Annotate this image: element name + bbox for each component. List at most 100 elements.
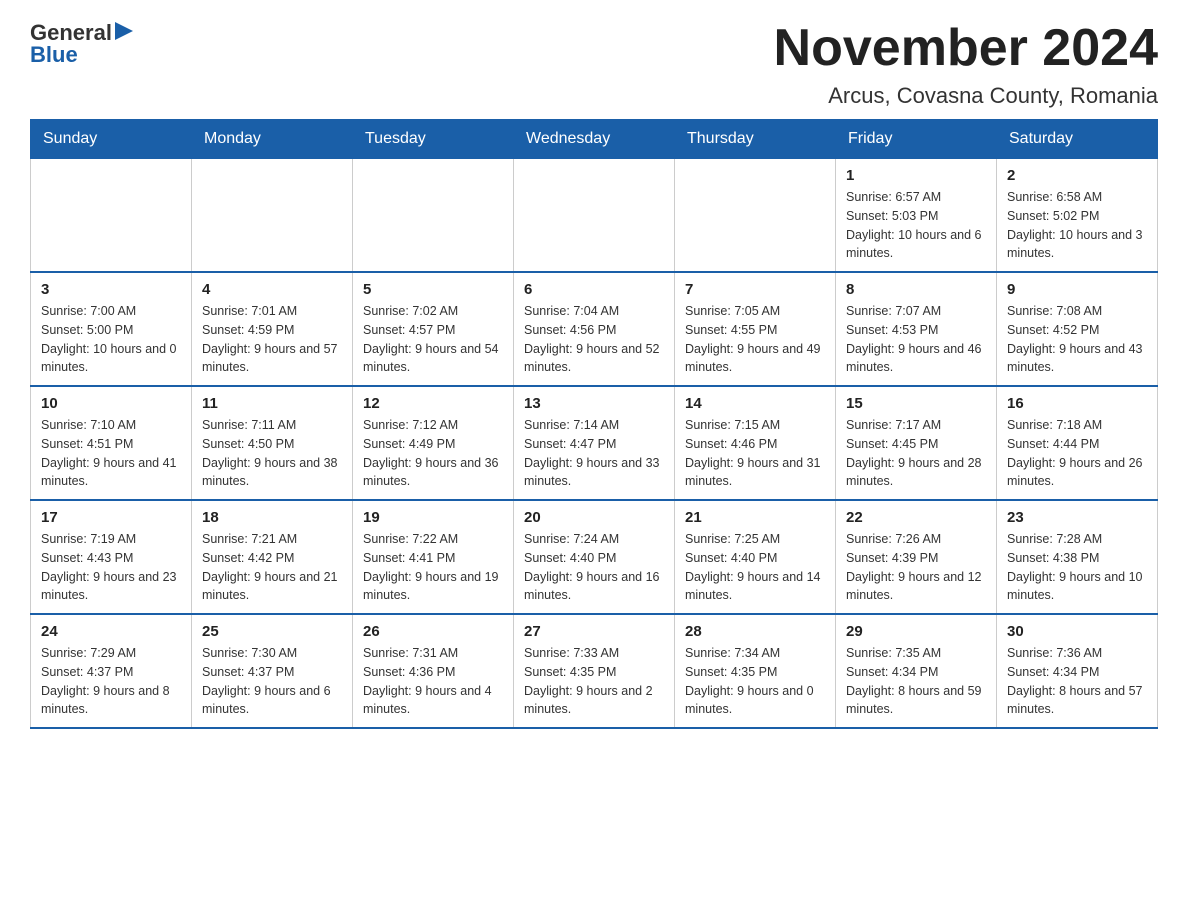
calendar-cell xyxy=(31,159,192,273)
calendar-cell: 2 Sunrise: 6:58 AMSunset: 5:02 PMDaylight… xyxy=(997,159,1158,273)
calendar-cell: 4 Sunrise: 7:01 AMSunset: 4:59 PMDaylight… xyxy=(192,272,353,386)
day-info: Sunrise: 7:10 AMSunset: 4:51 PMDaylight:… xyxy=(41,416,181,491)
calendar-cell xyxy=(675,159,836,273)
day-info: Sunrise: 7:15 AMSunset: 4:46 PMDaylight:… xyxy=(685,416,825,491)
calendar-body: 1Sunrise: 6:57 AMSunset: 5:03 PMDaylight… xyxy=(31,159,1158,729)
calendar-cell: 18 Sunrise: 7:21 AMSunset: 4:42 PMDayligh… xyxy=(192,500,353,614)
day-info: Sunrise: 7:18 AMSunset: 4:44 PMDaylight:… xyxy=(1007,416,1147,491)
logo-arrow-icon xyxy=(115,22,133,40)
day-info: Sunrise: 7:08 AMSunset: 4:52 PMDaylight:… xyxy=(1007,302,1147,377)
day-info: Sunrise: 7:17 AMSunset: 4:45 PMDaylight:… xyxy=(846,416,986,491)
calendar-cell: 12Sunrise: 7:12 AMSunset: 4:49 PMDayligh… xyxy=(353,386,514,500)
calendar-cell: 11 Sunrise: 7:11 AMSunset: 4:50 PMDayligh… xyxy=(192,386,353,500)
calendar-cell xyxy=(514,159,675,273)
day-number: 4 xyxy=(202,281,342,298)
day-number: 19 xyxy=(363,509,503,526)
header: General Blue November 2024 Arcus, Covasn… xyxy=(30,20,1158,109)
day-number: 2 xyxy=(1007,167,1147,184)
calendar-cell: 6 Sunrise: 7:04 AMSunset: 4:56 PMDaylight… xyxy=(514,272,675,386)
calendar-cell: 8 Sunrise: 7:07 AMSunset: 4:53 PMDaylight… xyxy=(836,272,997,386)
calendar-cell: 15Sunrise: 7:17 AMSunset: 4:45 PMDayligh… xyxy=(836,386,997,500)
day-info: Sunrise: 7:33 AMSunset: 4:35 PMDaylight:… xyxy=(524,644,664,719)
calendar-cell: 30Sunrise: 7:36 AMSunset: 4:34 PMDayligh… xyxy=(997,614,1158,728)
day-info: Sunrise: 7:34 AMSunset: 4:35 PMDaylight:… xyxy=(685,644,825,719)
day-info: Sunrise: 7:07 AMSunset: 4:53 PMDaylight:… xyxy=(846,302,986,377)
day-number: 27 xyxy=(524,623,664,640)
title-area: November 2024 Arcus, Covasna County, Rom… xyxy=(774,20,1158,109)
day-number: 26 xyxy=(363,623,503,640)
day-info: Sunrise: 7:30 AMSunset: 4:37 PMDaylight:… xyxy=(202,644,342,719)
calendar-cell: 27 Sunrise: 7:33 AMSunset: 4:35 PMDayligh… xyxy=(514,614,675,728)
calendar-cell: 24 Sunrise: 7:29 AMSunset: 4:37 PMDayligh… xyxy=(31,614,192,728)
day-number: 12 xyxy=(363,395,503,412)
calendar-cell: 28 Sunrise: 7:34 AMSunset: 4:35 PMDayligh… xyxy=(675,614,836,728)
day-info: Sunrise: 7:36 AMSunset: 4:34 PMDaylight:… xyxy=(1007,644,1147,719)
page-title: November 2024 xyxy=(774,20,1158,77)
calendar-cell: 20 Sunrise: 7:24 AMSunset: 4:40 PMDayligh… xyxy=(514,500,675,614)
day-info: Sunrise: 7:26 AMSunset: 4:39 PMDaylight:… xyxy=(846,530,986,605)
page-subtitle: Arcus, Covasna County, Romania xyxy=(774,83,1158,109)
day-info: Sunrise: 7:35 AMSunset: 4:34 PMDaylight:… xyxy=(846,644,986,719)
day-info: Sunrise: 7:05 AMSunset: 4:55 PMDaylight:… xyxy=(685,302,825,377)
day-number: 17 xyxy=(41,509,181,526)
day-number: 24 xyxy=(41,623,181,640)
day-number: 6 xyxy=(524,281,664,298)
day-info: Sunrise: 7:00 AMSunset: 5:00 PMDaylight:… xyxy=(41,302,181,377)
day-number: 9 xyxy=(1007,281,1147,298)
calendar-cell: 16 Sunrise: 7:18 AMSunset: 4:44 PMDayligh… xyxy=(997,386,1158,500)
day-number: 21 xyxy=(685,509,825,526)
day-info: Sunrise: 7:21 AMSunset: 4:42 PMDaylight:… xyxy=(202,530,342,605)
calendar-week-row: 3Sunrise: 7:00 AMSunset: 5:00 PMDaylight… xyxy=(31,272,1158,386)
day-info: Sunrise: 7:25 AMSunset: 4:40 PMDaylight:… xyxy=(685,530,825,605)
day-info: Sunrise: 7:01 AMSunset: 4:59 PMDaylight:… xyxy=(202,302,342,377)
day-number: 1 xyxy=(846,167,986,184)
calendar-header: SundayMondayTuesdayWednesdayThursdayFrid… xyxy=(31,120,1158,159)
day-number: 29 xyxy=(846,623,986,640)
day-number: 20 xyxy=(524,509,664,526)
weekday-header-row: SundayMondayTuesdayWednesdayThursdayFrid… xyxy=(31,120,1158,159)
weekday-header-friday: Friday xyxy=(836,120,997,159)
day-info: Sunrise: 7:31 AMSunset: 4:36 PMDaylight:… xyxy=(363,644,503,719)
day-info: Sunrise: 7:29 AMSunset: 4:37 PMDaylight:… xyxy=(41,644,181,719)
calendar-cell: 7 Sunrise: 7:05 AMSunset: 4:55 PMDaylight… xyxy=(675,272,836,386)
calendar-cell: 17 Sunrise: 7:19 AMSunset: 4:43 PMDayligh… xyxy=(31,500,192,614)
day-number: 8 xyxy=(846,281,986,298)
day-number: 16 xyxy=(1007,395,1147,412)
day-info: Sunrise: 7:22 AMSunset: 4:41 PMDaylight:… xyxy=(363,530,503,605)
logo-area: General Blue xyxy=(30,20,134,68)
day-info: Sunrise: 7:04 AMSunset: 4:56 PMDaylight:… xyxy=(524,302,664,377)
day-info: Sunrise: 7:24 AMSunset: 4:40 PMDaylight:… xyxy=(524,530,664,605)
calendar-cell: 29 Sunrise: 7:35 AMSunset: 4:34 PMDayligh… xyxy=(836,614,997,728)
calendar-table: SundayMondayTuesdayWednesdayThursdayFrid… xyxy=(30,119,1158,729)
day-info: Sunrise: 6:58 AMSunset: 5:02 PMDaylight:… xyxy=(1007,188,1147,263)
calendar-cell: 26 Sunrise: 7:31 AMSunset: 4:36 PMDayligh… xyxy=(353,614,514,728)
weekday-header-sunday: Sunday xyxy=(31,120,192,159)
calendar-cell: 10 Sunrise: 7:10 AMSunset: 4:51 PMDayligh… xyxy=(31,386,192,500)
calendar-cell xyxy=(192,159,353,273)
day-number: 25 xyxy=(202,623,342,640)
day-number: 28 xyxy=(685,623,825,640)
weekday-header-saturday: Saturday xyxy=(997,120,1158,159)
calendar-cell: 5Sunrise: 7:02 AMSunset: 4:57 PMDaylight… xyxy=(353,272,514,386)
day-info: Sunrise: 7:14 AMSunset: 4:47 PMDaylight:… xyxy=(524,416,664,491)
weekday-header-thursday: Thursday xyxy=(675,120,836,159)
logo-blue: Blue xyxy=(30,42,78,68)
day-info: Sunrise: 7:28 AMSunset: 4:38 PMDaylight:… xyxy=(1007,530,1147,605)
day-number: 22 xyxy=(846,509,986,526)
day-number: 13 xyxy=(524,395,664,412)
calendar-cell: 22 Sunrise: 7:26 AMSunset: 4:39 PMDayligh… xyxy=(836,500,997,614)
day-number: 11 xyxy=(202,395,342,412)
day-info: Sunrise: 7:19 AMSunset: 4:43 PMDaylight:… xyxy=(41,530,181,605)
day-number: 7 xyxy=(685,281,825,298)
day-number: 18 xyxy=(202,509,342,526)
day-info: Sunrise: 7:02 AMSunset: 4:57 PMDaylight:… xyxy=(363,302,503,377)
calendar-cell: 25 Sunrise: 7:30 AMSunset: 4:37 PMDayligh… xyxy=(192,614,353,728)
calendar-cell xyxy=(353,159,514,273)
weekday-header-monday: Monday xyxy=(192,120,353,159)
calendar-cell: 23Sunrise: 7:28 AMSunset: 4:38 PMDayligh… xyxy=(997,500,1158,614)
day-number: 14 xyxy=(685,395,825,412)
day-number: 10 xyxy=(41,395,181,412)
calendar-cell: 21 Sunrise: 7:25 AMSunset: 4:40 PMDayligh… xyxy=(675,500,836,614)
day-info: Sunrise: 7:11 AMSunset: 4:50 PMDaylight:… xyxy=(202,416,342,491)
calendar-cell: 1Sunrise: 6:57 AMSunset: 5:03 PMDaylight… xyxy=(836,159,997,273)
